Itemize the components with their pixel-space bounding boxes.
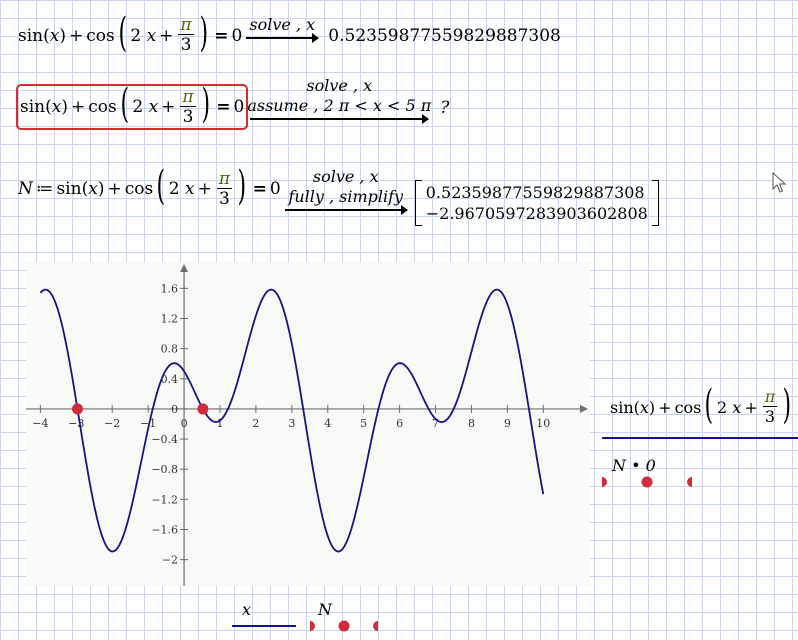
cos-fn: cos — [86, 25, 115, 46]
y-tick-label: −0.8 — [151, 463, 178, 476]
y-tick-label: −0.4 — [151, 433, 178, 446]
result-unknown: ? — [440, 98, 450, 118]
coef: 2 — [130, 25, 142, 46]
selected-expression[interactable]: sin (x) + cos ( 2 x + π3 ) = 0 — [16, 84, 249, 130]
y-tick-label: 0.8 — [161, 343, 179, 356]
x-tick-label: 3 — [288, 417, 295, 430]
x-trace-1-line-sample — [232, 625, 296, 627]
y-tick-label: 1.2 — [161, 313, 179, 326]
x-tick-label: 5 — [360, 417, 367, 430]
result-vector-item: 0.52359877559829887308 — [425, 183, 645, 202]
symbolic-arrow[interactable]: solve , x assume , 2 π < x < 5 π — [247, 76, 432, 124]
x-tick-label: −4 — [32, 417, 48, 430]
solution-point[interactable] — [71, 403, 83, 415]
x-trace-2-label[interactable]: N — [318, 600, 332, 619]
x-tick-label: 0 — [181, 417, 188, 430]
x-tick-label: 10 — [536, 417, 550, 430]
x-tick-label: −3 — [68, 417, 84, 430]
y-trace-1-line-sample — [602, 437, 798, 439]
x-tick-label: 9 — [504, 417, 511, 430]
y-trace-1-label[interactable]: sin (x) + cos ( 2 x + π3 ) — [610, 385, 795, 427]
result-vector-item: −2.9670597283903602808 — [425, 204, 648, 223]
y-tick-label: −2 — [162, 554, 178, 567]
x-axis-arrow-icon — [580, 404, 588, 413]
x-tick-label: 8 — [468, 417, 475, 430]
symbolic-arrow[interactable]: solve , x fully , simplify — [284, 167, 408, 215]
result-value: 0.52359877559829887308 — [328, 25, 561, 46]
pi-over-3: π3 — [178, 15, 194, 55]
y-tick-label: −1.6 — [151, 523, 178, 536]
y-tick-label: −1.2 — [151, 493, 178, 506]
symbolic-arrow[interactable]: solve , x — [246, 14, 320, 43]
sin-fn: sin — [18, 25, 44, 46]
x-tick-label: 2 — [252, 417, 259, 430]
keyword-fully-simplify: fully , simplify — [288, 187, 404, 206]
var-x: x — [49, 25, 60, 46]
xy-plot[interactable]: −4 −3 −2 −1 0 1 2 3 4 5 6 7 8 9 10 −2 −1.6 −1.2 −0.8 −0.4 0 0… — [26, 262, 590, 586]
x-trace-2-point-sample — [310, 620, 378, 632]
equation-line-1[interactable]: sin (x) + cos ( 2 x + π3 ) = 0 solve , x… — [18, 13, 561, 56]
y-trace-2-label[interactable]: N • 0 — [612, 456, 656, 475]
y-axis-arrow-icon — [180, 264, 189, 272]
x-tick-label: −2 — [104, 417, 120, 430]
var-N: N — [18, 179, 33, 199]
mouse-cursor-icon — [772, 172, 787, 193]
x-tick-label: 6 — [396, 417, 403, 430]
equation-line-3[interactable]: N ≔ sin (x) + cos ( 2 x + π3 ) = 0 solve… — [18, 152, 659, 226]
y-tick-label: 1.6 — [161, 282, 179, 295]
keyword-assume: assume , 2 π < x < 5 π — [247, 96, 432, 115]
y-tick-label: 0 — [171, 403, 178, 416]
equation-line-2[interactable]: sin (x) + cos ( 2 x + π3 ) = 0 solve , x… — [16, 66, 449, 130]
result-vector: 0.52359877559829887308 −2.96705972839036… — [414, 180, 659, 226]
solution-point[interactable] — [197, 403, 209, 415]
y-trace-2-point-sample — [602, 476, 692, 488]
keyword-solve: solve , x — [312, 167, 379, 186]
x-trace-1-label[interactable]: x — [242, 600, 251, 619]
plot-canvas[interactable]: −4 −3 −2 −1 0 1 2 3 4 5 6 7 8 9 10−2−1.6−1.2−0.8−0.400… — [26, 262, 590, 586]
define-operator: ≔ — [35, 179, 54, 199]
keyword-solve: solve , x — [306, 76, 373, 95]
x-tick-label: 4 — [324, 417, 331, 430]
keyword-solve: solve , x — [249, 14, 316, 34]
